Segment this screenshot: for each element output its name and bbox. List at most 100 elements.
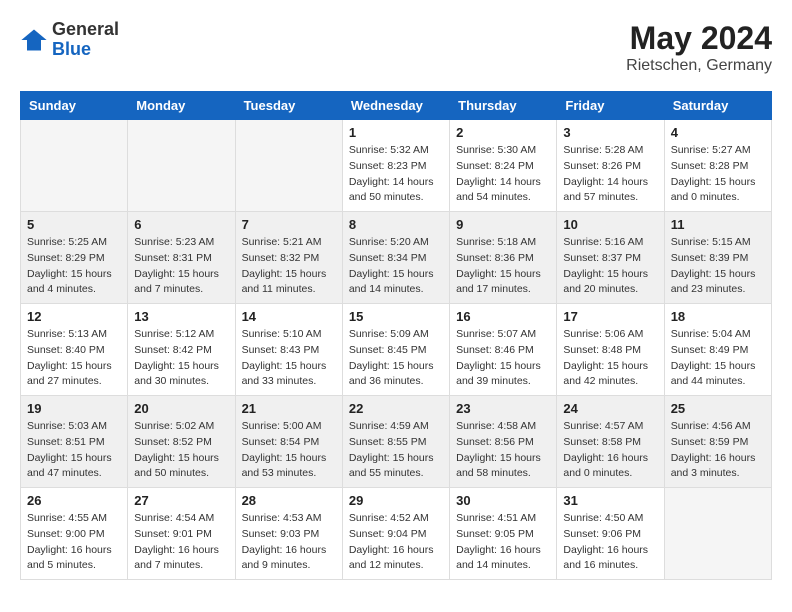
title-block: May 2024 Rietschen, Germany — [626, 20, 772, 75]
day-number: 9 — [456, 217, 550, 232]
calendar-day-cell: 29 Sunrise: 4:52 AM Sunset: 9:04 PM Dayli… — [342, 488, 449, 580]
day-info: Sunrise: 5:03 AM Sunset: 8:51 PM Dayligh… — [27, 419, 121, 482]
day-info: Sunrise: 5:12 AM Sunset: 8:42 PM Dayligh… — [134, 327, 228, 390]
weekday-header-row: Sunday Monday Tuesday Wednesday Thursday… — [21, 92, 772, 120]
day-number: 16 — [456, 309, 550, 324]
day-number: 23 — [456, 401, 550, 416]
calendar-day-cell: 17Sunrise: 5:06 AM Sunset: 8:48 PM Dayli… — [557, 304, 664, 396]
day-info: Sunrise: 4:55 AM Sunset: 9:00 PM Dayligh… — [27, 511, 121, 574]
day-info: Sunrise: 5:30 AM Sunset: 8:24 PM Dayligh… — [456, 143, 550, 206]
calendar-day-cell: 15Sunrise: 5:09 AM Sunset: 8:45 PM Dayli… — [342, 304, 449, 396]
calendar-day-cell: 19 Sunrise: 5:03 AM Sunset: 8:51 PM Dayli… — [21, 396, 128, 488]
calendar-day-cell: 11Sunrise: 5:15 AM Sunset: 8:39 PM Dayli… — [664, 212, 771, 304]
day-number: 4 — [671, 125, 765, 140]
day-number: 17 — [563, 309, 657, 324]
calendar-day-cell: 25Sunrise: 4:56 AM Sunset: 8:59 PM Dayli… — [664, 396, 771, 488]
header-wednesday: Wednesday — [342, 92, 449, 120]
calendar-day-cell: 12 Sunrise: 5:13 AM Sunset: 8:40 PM Dayli… — [21, 304, 128, 396]
day-info: Sunrise: 5:04 AM Sunset: 8:49 PM Dayligh… — [671, 327, 765, 390]
day-info: Sunrise: 5:28 AM Sunset: 8:26 PM Dayligh… — [563, 143, 657, 206]
calendar-day-cell: 20 Sunrise: 5:02 AM Sunset: 8:52 PM Dayli… — [128, 396, 235, 488]
calendar-day-cell: 16 Sunrise: 5:07 AM Sunset: 8:46 PM Dayli… — [450, 304, 557, 396]
day-number: 28 — [242, 493, 336, 508]
day-number: 24 — [563, 401, 657, 416]
day-info: Sunrise: 4:54 AM Sunset: 9:01 PM Dayligh… — [134, 511, 228, 574]
day-info: Sunrise: 5:10 AM Sunset: 8:43 PM Dayligh… — [242, 327, 336, 390]
day-info: Sunrise: 5:16 AM Sunset: 8:37 PM Dayligh… — [563, 235, 657, 298]
calendar-location: Rietschen, Germany — [626, 57, 772, 75]
day-info: Sunrise: 4:50 AM Sunset: 9:06 PM Dayligh… — [563, 511, 657, 574]
calendar-day-cell: 7 Sunrise: 5:21 AM Sunset: 8:32 PM Daylig… — [235, 212, 342, 304]
calendar-week-row: 19 Sunrise: 5:03 AM Sunset: 8:51 PM Dayli… — [21, 396, 772, 488]
logo-general: General — [52, 20, 119, 40]
calendar-day-cell: 26 Sunrise: 4:55 AM Sunset: 9:00 PM Dayli… — [21, 488, 128, 580]
header-sunday: Sunday — [21, 92, 128, 120]
day-info: Sunrise: 4:57 AM Sunset: 8:58 PM Dayligh… — [563, 419, 657, 482]
day-info: Sunrise: 5:32 AM Sunset: 8:23 PM Dayligh… — [349, 143, 443, 206]
day-info: Sunrise: 5:25 AM Sunset: 8:29 PM Dayligh… — [27, 235, 121, 298]
day-info: Sunrise: 5:09 AM Sunset: 8:45 PM Dayligh… — [349, 327, 443, 390]
day-info: Sunrise: 5:27 AM Sunset: 8:28 PM Dayligh… — [671, 143, 765, 206]
day-number: 18 — [671, 309, 765, 324]
calendar-day-cell: 2 Sunrise: 5:30 AM Sunset: 8:24 PM Daylig… — [450, 120, 557, 212]
header-thursday: Thursday — [450, 92, 557, 120]
calendar-day-cell: 30Sunrise: 4:51 AM Sunset: 9:05 PM Dayli… — [450, 488, 557, 580]
day-number: 22 — [349, 401, 443, 416]
calendar-day-cell: 22Sunrise: 4:59 AM Sunset: 8:55 PM Dayli… — [342, 396, 449, 488]
calendar-day-cell — [664, 488, 771, 580]
day-number: 20 — [134, 401, 228, 416]
day-number: 29 — [349, 493, 443, 508]
calendar-day-cell — [235, 120, 342, 212]
calendar-day-cell: 21 Sunrise: 5:00 AM Sunset: 8:54 PM Dayli… — [235, 396, 342, 488]
day-info: Sunrise: 5:18 AM Sunset: 8:36 PM Dayligh… — [456, 235, 550, 298]
day-info: Sunrise: 5:13 AM Sunset: 8:40 PM Dayligh… — [27, 327, 121, 390]
calendar-day-cell — [21, 120, 128, 212]
day-number: 6 — [134, 217, 228, 232]
day-number: 5 — [27, 217, 121, 232]
calendar-day-cell: 1 Sunrise: 5:32 AM Sunset: 8:23 PM Daylig… — [342, 120, 449, 212]
calendar-week-row: 12 Sunrise: 5:13 AM Sunset: 8:40 PM Dayli… — [21, 304, 772, 396]
day-number: 8 — [349, 217, 443, 232]
day-info: Sunrise: 4:58 AM Sunset: 8:56 PM Dayligh… — [456, 419, 550, 482]
page-header: General Blue May 2024 Rietschen, Germany — [20, 20, 772, 75]
calendar-day-cell: 5 Sunrise: 5:25 AM Sunset: 8:29 PM Daylig… — [21, 212, 128, 304]
day-info: Sunrise: 5:21 AM Sunset: 8:32 PM Dayligh… — [242, 235, 336, 298]
day-info: Sunrise: 5:07 AM Sunset: 8:46 PM Dayligh… — [456, 327, 550, 390]
calendar-week-row: 1 Sunrise: 5:32 AM Sunset: 8:23 PM Daylig… — [21, 120, 772, 212]
calendar-day-cell: 9 Sunrise: 5:18 AM Sunset: 8:36 PM Daylig… — [450, 212, 557, 304]
calendar-day-cell: 14 Sunrise: 5:10 AM Sunset: 8:43 PM Dayli… — [235, 304, 342, 396]
calendar-day-cell: 27Sunrise: 4:54 AM Sunset: 9:01 PM Dayli… — [128, 488, 235, 580]
logo: General Blue — [20, 20, 119, 60]
calendar-day-cell: 10 Sunrise: 5:16 AM Sunset: 8:37 PM Dayli… — [557, 212, 664, 304]
day-info: Sunrise: 5:02 AM Sunset: 8:52 PM Dayligh… — [134, 419, 228, 482]
header-monday: Monday — [128, 92, 235, 120]
day-number: 13 — [134, 309, 228, 324]
calendar-table: Sunday Monday Tuesday Wednesday Thursday… — [20, 91, 772, 580]
day-number: 10 — [563, 217, 657, 232]
day-number: 1 — [349, 125, 443, 140]
day-info: Sunrise: 5:23 AM Sunset: 8:31 PM Dayligh… — [134, 235, 228, 298]
day-number: 26 — [27, 493, 121, 508]
header-tuesday: Tuesday — [235, 92, 342, 120]
day-info: Sunrise: 5:20 AM Sunset: 8:34 PM Dayligh… — [349, 235, 443, 298]
day-number: 7 — [242, 217, 336, 232]
day-number: 2 — [456, 125, 550, 140]
logo-text: General Blue — [52, 20, 119, 60]
calendar-day-cell: 6 Sunrise: 5:23 AM Sunset: 8:31 PM Daylig… — [128, 212, 235, 304]
calendar-week-row: 5 Sunrise: 5:25 AM Sunset: 8:29 PM Daylig… — [21, 212, 772, 304]
day-number: 30 — [456, 493, 550, 508]
header-saturday: Saturday — [664, 92, 771, 120]
day-number: 19 — [27, 401, 121, 416]
day-number: 21 — [242, 401, 336, 416]
day-info: Sunrise: 4:52 AM Sunset: 9:04 PM Dayligh… — [349, 511, 443, 574]
calendar-day-cell: 28Sunrise: 4:53 AM Sunset: 9:03 PM Dayli… — [235, 488, 342, 580]
calendar-day-cell: 13 Sunrise: 5:12 AM Sunset: 8:42 PM Dayli… — [128, 304, 235, 396]
calendar-day-cell: 24 Sunrise: 4:57 AM Sunset: 8:58 PM Dayli… — [557, 396, 664, 488]
calendar-day-cell: 3Sunrise: 5:28 AM Sunset: 8:26 PM Daylig… — [557, 120, 664, 212]
logo-icon — [20, 26, 48, 54]
day-number: 12 — [27, 309, 121, 324]
day-number: 25 — [671, 401, 765, 416]
day-info: Sunrise: 5:15 AM Sunset: 8:39 PM Dayligh… — [671, 235, 765, 298]
day-info: Sunrise: 5:00 AM Sunset: 8:54 PM Dayligh… — [242, 419, 336, 482]
day-number: 14 — [242, 309, 336, 324]
